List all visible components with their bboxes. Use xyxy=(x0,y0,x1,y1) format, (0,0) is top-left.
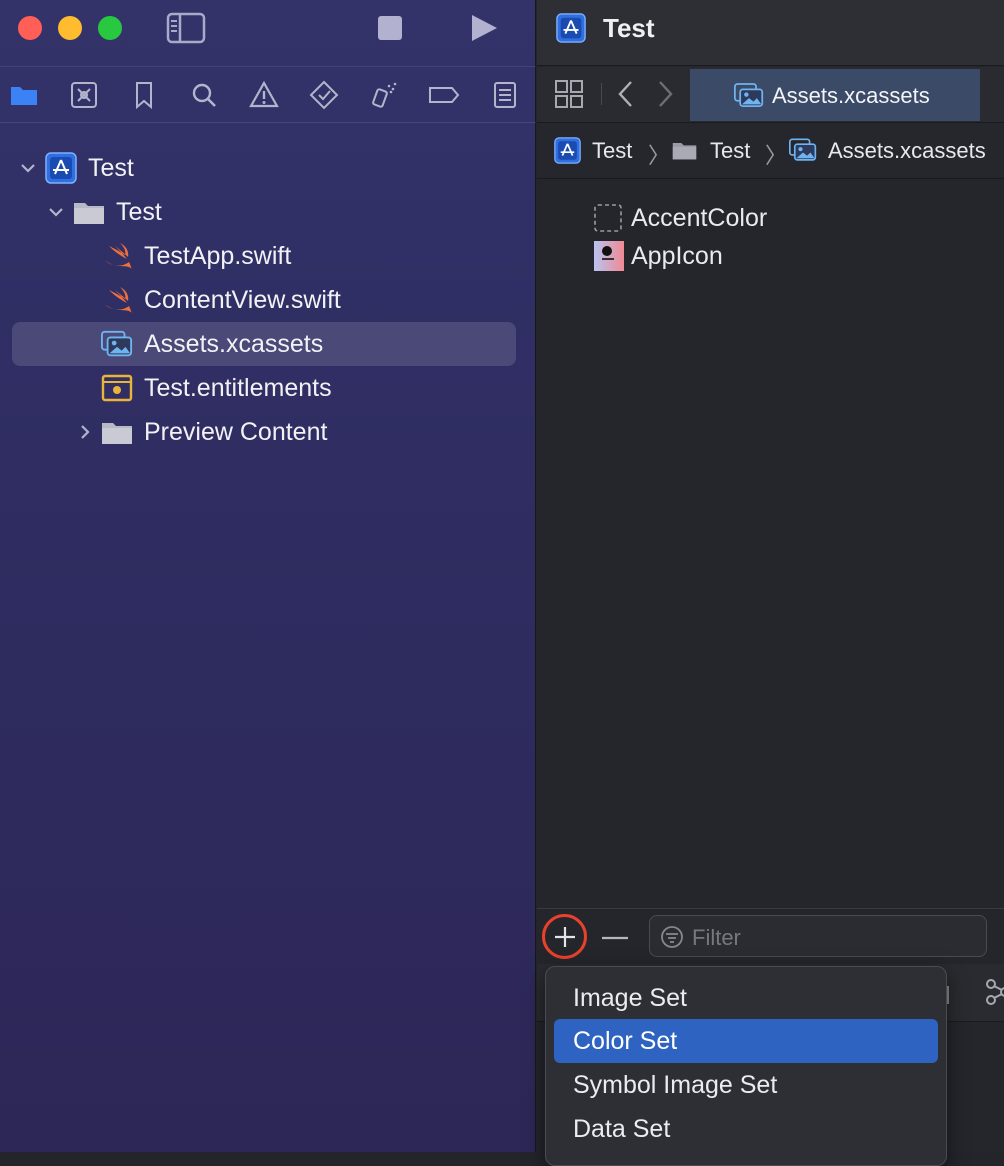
app-project-icon xyxy=(554,137,581,164)
asset-list-bottom-bar: Filter xyxy=(537,908,1004,964)
branch-icon[interactable] xyxy=(985,978,1004,1006)
window-titlebar xyxy=(0,0,536,66)
folder-icon[interactable] xyxy=(9,80,39,110)
chevron-down-icon[interactable] xyxy=(18,158,38,178)
tree-item-folder[interactable]: Test xyxy=(12,190,516,234)
remove-icon[interactable] xyxy=(602,936,628,940)
menu-item-symbol-image-set[interactable]: Symbol Image Set xyxy=(554,1063,938,1107)
chevron-right-icon[interactable] xyxy=(654,79,676,109)
tree-item-folder[interactable]: Preview Content xyxy=(12,410,516,454)
source-control-icon[interactable] xyxy=(69,80,99,110)
tree-item-label: Test xyxy=(88,154,134,182)
asset-label: AppIcon xyxy=(631,242,723,270)
tab-assets[interactable]: Assets.xcassets xyxy=(690,69,980,121)
tree-item-file[interactable]: TestApp.swift xyxy=(12,234,516,278)
chevron-left-icon[interactable] xyxy=(615,79,637,109)
filter-placeholder: Filter xyxy=(692,925,741,950)
grid-icon[interactable] xyxy=(555,80,583,108)
menu-item-label: Color Set xyxy=(573,1027,678,1055)
bookmark-icon[interactable] xyxy=(129,80,159,110)
app-project-icon xyxy=(45,152,77,184)
assets-icon xyxy=(734,83,764,107)
asset-item[interactable]: AppIcon xyxy=(592,240,992,274)
warning-icon[interactable] xyxy=(249,80,279,110)
folder-icon xyxy=(102,423,132,444)
tree-item-file-selected[interactable]: Assets.xcassets xyxy=(12,322,516,366)
assets-icon xyxy=(101,330,133,357)
tree-item-project[interactable]: Test xyxy=(12,146,516,190)
breadcrumb-item[interactable]: Assets.xcassets xyxy=(828,138,986,164)
tree-item-label: Preview Content xyxy=(144,418,328,446)
navigator-selector-bar xyxy=(0,66,536,123)
breadcrumb-item[interactable]: Test xyxy=(592,138,632,164)
filter-icon xyxy=(661,926,683,948)
zoom-window-button[interactable] xyxy=(98,16,122,40)
chevron-down-icon[interactable] xyxy=(46,202,66,222)
sidebar-toggle-icon[interactable] xyxy=(166,12,206,44)
test-icon[interactable] xyxy=(309,80,339,110)
breadcrumb: Test 〉 Test 〉 Assets.xcassets xyxy=(537,123,1004,179)
window-title: Test xyxy=(603,13,655,43)
tab-label: Assets.xcassets xyxy=(772,83,930,108)
navigator-sidebar: Test Test TestApp.swift ContentView.swif… xyxy=(0,0,536,1152)
breadcrumb-separator: 〉 xyxy=(648,143,671,168)
tree-item-file[interactable]: ContentView.swift xyxy=(12,278,516,322)
tree-item-label: Assets.xcassets xyxy=(144,330,324,358)
chevron-right-icon[interactable] xyxy=(75,422,95,442)
breadcrumb-separator: 〉 xyxy=(765,143,788,168)
app-project-icon xyxy=(556,13,586,43)
folder-icon xyxy=(74,203,104,224)
editor-tab-bar: Assets.xcassets xyxy=(537,67,1004,123)
menu-item-label: Image Set xyxy=(573,984,687,1012)
editor-titlebar: Test xyxy=(537,0,1004,66)
stop-icon[interactable] xyxy=(377,15,403,41)
tree-item-file[interactable]: Test.entitlements xyxy=(12,366,516,410)
menu-item-label: Symbol Image Set xyxy=(573,1071,778,1099)
folder-icon xyxy=(672,142,697,160)
tree-item-label: Test.entitlements xyxy=(144,374,332,402)
breadcrumb-item[interactable]: Test xyxy=(710,138,750,164)
tree-item-label: ContentView.swift xyxy=(144,286,341,314)
menu-item-data-set[interactable]: Data Set xyxy=(554,1107,938,1151)
asset-item[interactable]: AccentColor xyxy=(592,202,992,236)
search-icon[interactable] xyxy=(189,80,219,110)
menu-item-image-set[interactable]: Image Set xyxy=(554,976,938,1020)
run-icon[interactable] xyxy=(469,13,499,43)
tree-item-label: TestApp.swift xyxy=(144,242,292,270)
add-icon[interactable] xyxy=(554,926,576,948)
color-set-icon xyxy=(594,204,622,232)
divider xyxy=(947,986,949,1004)
swift-icon xyxy=(104,287,132,313)
debug-icon[interactable] xyxy=(369,80,399,110)
minimize-window-button[interactable] xyxy=(58,16,82,40)
breakpoint-icon[interactable] xyxy=(427,80,461,110)
menu-item-label: Data Set xyxy=(573,1115,671,1143)
close-window-button[interactable] xyxy=(18,16,42,40)
tree-item-label: Test xyxy=(116,198,162,226)
add-asset-menu: Image Set Color Set Symbol Image Set Dat… xyxy=(545,966,947,1166)
divider xyxy=(601,83,602,105)
asset-label: AccentColor xyxy=(631,204,768,232)
assets-icon xyxy=(789,138,817,161)
app-icon-set-icon xyxy=(594,241,624,271)
swift-icon xyxy=(104,243,132,269)
report-icon[interactable] xyxy=(490,80,520,110)
filter-field[interactable]: Filter xyxy=(649,915,987,957)
entitlements-icon xyxy=(101,374,133,402)
menu-item-color-set[interactable]: Color Set xyxy=(554,1019,938,1063)
